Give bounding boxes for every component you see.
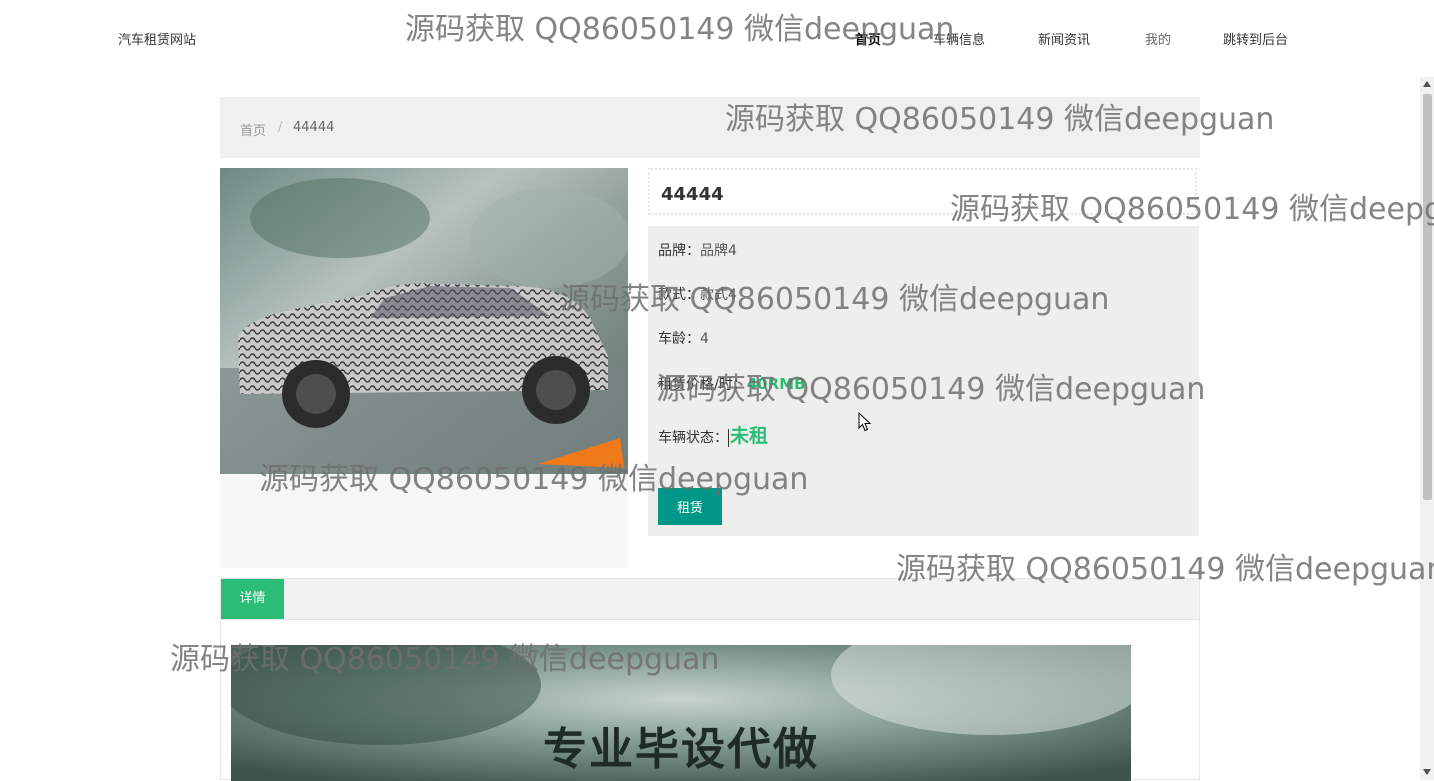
tab-bar: 详情 — [221, 579, 1199, 620]
age-value: 4 — [700, 331, 709, 347]
page-scrollbar[interactable] — [1420, 77, 1434, 780]
breadcrumb: 首页 / 44444 — [220, 97, 1200, 158]
status-value: 未租 — [730, 425, 769, 447]
brand-row: 品牌：品牌4 — [658, 240, 737, 260]
age-label: 车龄： — [658, 331, 700, 347]
nav-item-admin[interactable]: 跳转到后台 — [1223, 29, 1288, 48]
detail-banner-image: 专业毕设代做 — [231, 645, 1131, 781]
site-title[interactable]: 汽车租赁网站 — [118, 29, 196, 48]
top-nav: 汽车租赁网站 首页 车辆信息 新闻资讯 我的 跳转到后台 — [0, 0, 1420, 76]
mouse-pointer-icon — [858, 411, 872, 436]
model-value: 款式4 — [700, 287, 737, 303]
breadcrumb-home[interactable]: 首页 — [240, 120, 266, 139]
price-row: 租赁价格/时：40RMB — [658, 374, 806, 394]
brand-label: 品牌： — [658, 243, 700, 259]
model-label: 款式： — [658, 287, 700, 303]
breadcrumb-current: 44444 — [293, 120, 335, 135]
nav-item-news[interactable]: 新闻资讯 — [1038, 29, 1090, 48]
detail-section: 详情 专业毕设代做 — [220, 578, 1200, 781]
rent-button[interactable]: 租赁 — [658, 488, 722, 525]
car-image-container — [220, 168, 628, 568]
car-title: 44444 — [661, 184, 724, 205]
text-caret — [728, 429, 729, 447]
status-row: 车辆状态： 未租 — [658, 421, 768, 448]
price-value: 40RMB — [746, 375, 806, 393]
detail-banner-text: 专业毕设代做 — [543, 724, 819, 775]
nav-item-home[interactable]: 首页 — [855, 29, 881, 48]
car-info-panel: 品牌：品牌4 款式：款式4 车龄：4 租赁价格/时：40RMB 车辆状态： 未租 … — [648, 226, 1199, 536]
nav-item-vehicles[interactable]: 车辆信息 — [933, 29, 985, 48]
model-row: 款式：款式4 — [658, 284, 737, 304]
car-title-box: 44444 — [648, 168, 1197, 215]
breadcrumb-separator: / — [278, 120, 283, 135]
price-label: 租赁价格/时： — [658, 377, 747, 393]
tab-detail[interactable]: 详情 — [221, 579, 284, 619]
scroll-down-arrow-icon[interactable] — [1423, 769, 1431, 775]
scroll-up-arrow-icon[interactable] — [1423, 81, 1431, 87]
status-label: 车辆状态： — [658, 430, 728, 446]
scrollbar-thumb[interactable] — [1423, 94, 1432, 500]
brand-value: 品牌4 — [700, 243, 737, 259]
nav-item-mine[interactable]: 我的 — [1145, 29, 1171, 48]
car-photo — [220, 168, 628, 474]
age-row: 车龄：4 — [658, 328, 709, 348]
